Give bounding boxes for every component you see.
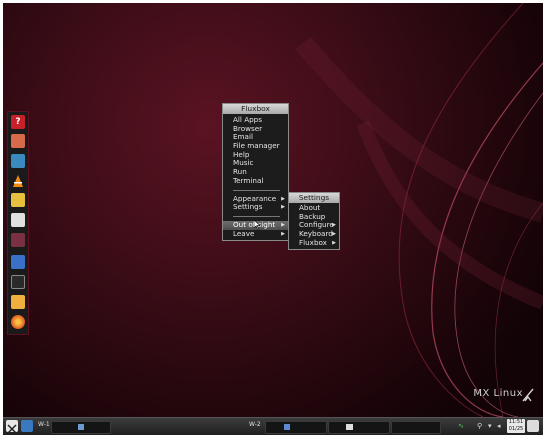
root-menu-title: Fluxbox — [223, 104, 288, 114]
submenu-arrow-icon: ▶ — [281, 221, 285, 228]
app-dock: ? — [7, 111, 29, 335]
network-icon[interactable]: ∿ — [458, 422, 464, 430]
document-icon[interactable] — [11, 193, 25, 207]
writer-icon[interactable] — [11, 255, 25, 269]
help-icon[interactable]: ? — [11, 115, 25, 129]
mx-logo-icon — [522, 388, 534, 402]
text-editor-icon[interactable] — [11, 213, 25, 227]
mx-linux-branding: MX Linux — [473, 388, 523, 399]
menu-item-terminal[interactable]: Terminal — [223, 176, 288, 186]
volume-icon[interactable]: ◂ — [497, 422, 501, 430]
terminal-icon[interactable] — [11, 275, 25, 289]
settings-item-fluxbox[interactable]: Fluxbox ▶ — [289, 237, 339, 248]
leave-label: Leave — [233, 228, 255, 238]
firefox-icon[interactable] — [11, 315, 25, 329]
keyboard-label: Keyboard — [299, 229, 333, 239]
terminal-icon — [346, 424, 353, 430]
menu-item-leave[interactable]: Leave ▶ — [223, 228, 288, 239]
menu-separator — [233, 215, 280, 217]
package-icon[interactable] — [11, 233, 25, 247]
settings-submenu: Settings About Backup Configure ▶ Keyboa… — [288, 192, 340, 251]
fluxbox-label: Fluxbox — [299, 237, 327, 247]
submenu-arrow-icon: ▶ — [332, 239, 336, 246]
mouse-cursor-icon — [254, 220, 261, 230]
mx-menu-button[interactable] — [6, 420, 18, 434]
desktop[interactable]: ? Fluxbox All Apps Browser Email File ma… — [3, 3, 543, 417]
mx-logo-icon — [7, 424, 17, 434]
folder-icon[interactable] — [11, 295, 25, 309]
taskbar: W-1 W-2 ∿ ⚲ ▾ ◂ 11:51 01/25 — [3, 417, 543, 435]
toolbox-icon[interactable] — [11, 134, 25, 148]
logout-button[interactable] — [527, 420, 539, 432]
configure-label: Configure — [299, 220, 334, 230]
about-label: About — [299, 203, 321, 212]
clock[interactable]: 11:51 01/25 — [507, 419, 525, 433]
menu-item-settings[interactable]: Settings ▶ — [223, 202, 288, 212]
workspace-1-label[interactable]: W-1 — [38, 421, 50, 428]
clipboard-icon[interactable]: ⚲ — [477, 422, 482, 430]
task-button[interactable] — [391, 421, 441, 434]
clock-time: 11:51 — [508, 419, 524, 425]
task-button[interactable] — [51, 421, 111, 434]
chevron-down-icon[interactable]: ▾ — [488, 422, 492, 430]
workspace-2-label[interactable]: W-2 — [249, 421, 261, 428]
submenu-arrow-icon: ▶ — [332, 231, 336, 238]
menu-separator — [233, 189, 280, 191]
file-manager-icon — [284, 424, 290, 430]
submenu-arrow-icon: ▶ — [281, 230, 285, 237]
clock-date: 01/25 — [508, 425, 524, 432]
show-desktop-button[interactable] — [21, 420, 33, 432]
appearance-label: Appearance — [233, 193, 277, 203]
image-viewer-icon[interactable] — [11, 154, 25, 168]
backup-label: Backup — [299, 211, 326, 221]
task-button[interactable] — [265, 421, 327, 434]
window-icon — [78, 424, 84, 430]
submenu-arrow-icon: ▶ — [281, 195, 285, 202]
vlc-icon[interactable] — [11, 174, 25, 188]
settings-menu-title: Settings — [289, 193, 339, 203]
settings-label: Settings — [233, 202, 263, 212]
task-button[interactable] — [328, 421, 390, 434]
submenu-arrow-icon: ▶ — [281, 204, 285, 211]
